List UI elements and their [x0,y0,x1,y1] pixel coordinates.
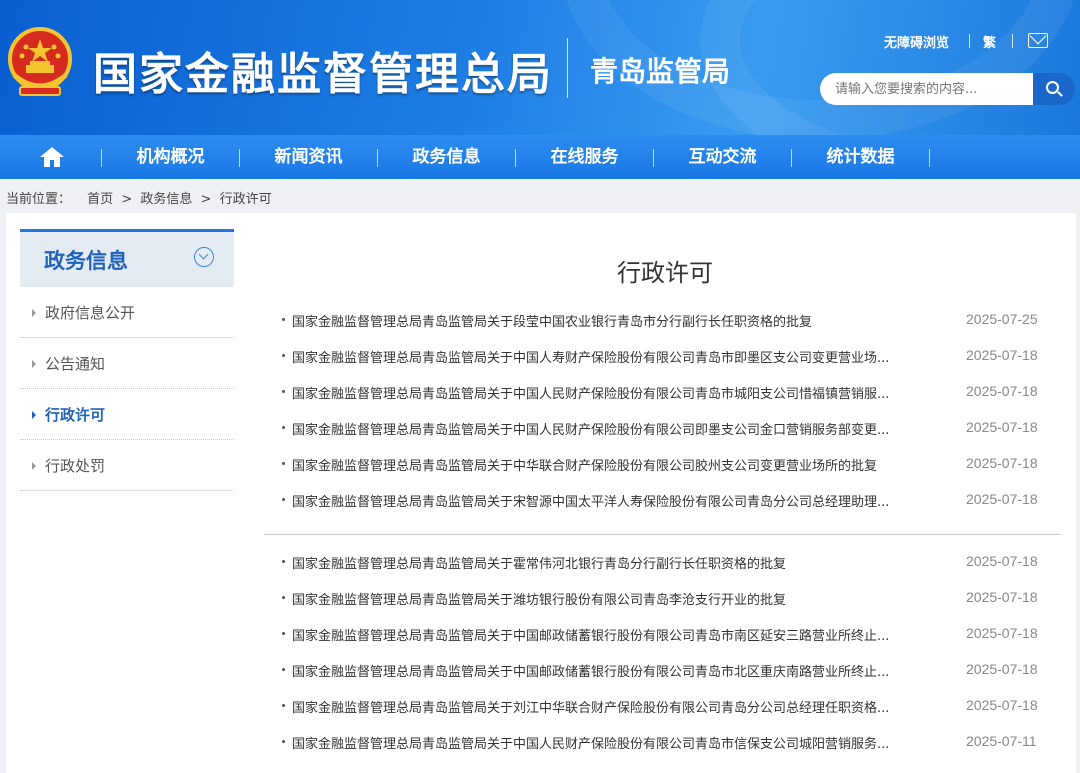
sidebar-item-public-info[interactable]: 政府信息公开 [20,287,234,338]
list-item-title[interactable]: 国家金融监督管理总局青岛监管局关于中华联合财产保险股份有限公司胶州支公司变更营业… [292,455,932,474]
list-item-title[interactable]: 国家金融监督管理总局青岛监管局关于中国人民财产保险股份有限公司青岛市信保支公司城… [292,733,932,752]
list-item-date: 2025-07-18 [966,625,1038,641]
search-input[interactable] [820,73,1033,105]
breadcrumb-prefix: 当前位置： [6,192,72,207]
sidebar-item-label: 政府信息公开 [45,304,136,322]
branch-title[interactable]: 青岛监管局 [590,50,730,90]
util-divider [1012,34,1013,48]
main-nav: 机构概况 新闻资讯 政务信息 在线服务 互动交流 统计数据 [0,135,1080,179]
sidebar-item-notices[interactable]: 公告通知 [20,338,234,389]
list-item[interactable]: 国家金融监督管理总局青岛监管局关于霍常伟河北银行青岛分行副行长任职资格的批复 20… [280,545,1050,581]
list-item-title[interactable]: 国家金融监督管理总局青岛监管局关于中国人民财产保险股份有限公司青岛市城阳支公司惜… [292,383,932,402]
list-item[interactable]: 国家金融监督管理总局青岛监管局关于段莹中国农业银行青岛市分行副行长任职资格的批复… [280,303,1050,339]
national-emblem-icon [8,27,72,96]
nav-item-online-service[interactable]: 在线服务 [516,135,653,179]
list-item-title[interactable]: 国家金融监督管理总局青岛监管局关于段莹中国农业银行青岛市分行副行长任职资格的批复 [292,311,932,330]
list-item-title[interactable]: 国家金融监督管理总局青岛监管局关于中国人民财产保险股份有限公司即墨支公司金口营销… [292,419,932,438]
sidebar-item-label: 公告通知 [45,355,106,373]
home-icon[interactable] [39,146,65,168]
list-item-title[interactable]: 国家金融监督管理总局青岛监管局关于刘江中华联合财产保险股份有限公司青岛分公司总经… [292,697,932,716]
list-item-date: 2025-07-18 [966,455,1038,471]
nav-item-about[interactable]: 机构概况 [102,135,239,179]
list-item[interactable]: 国家金融监督管理总局青岛监管局关于中国人民财产保险股份有限公司即墨支公司金口营销… [280,411,1050,447]
list-item[interactable]: 国家金融监督管理总局青岛监管局关于中国人民财产保险股份有限公司青岛市城阳支公司惜… [280,375,1050,411]
chevron-down-icon[interactable] [194,247,214,267]
list-item[interactable]: 国家金融监督管理总局青岛监管局关于中国人民财产保险股份有限公司青岛市信保支公司城… [280,725,1050,761]
list-item[interactable]: 国家金融监督管理总局青岛监管局关于宋智源中国太平洋人寿保险股份有限公司青岛分公司… [280,483,1050,519]
list-item-date: 2025-07-18 [966,347,1038,363]
sidebar-title: 政务信息 [44,249,128,273]
list-item-title[interactable]: 国家金融监督管理总局青岛监管局关于潍坊银行股份有限公司青岛李沧支行开业的批复 [292,589,932,608]
sidebar-item-admin-license[interactable]: 行政许可 [20,389,234,440]
sidebar-item-label: 行政许可 [45,406,106,424]
site-header: 国家金融监督管理总局 青岛监管局 无障碍浏览 繁 [0,0,1080,135]
list-item-date: 2025-07-18 [966,661,1038,677]
breadcrumb-separator: > [200,192,212,207]
sidebar-item-admin-penalty[interactable]: 行政处罚 [20,440,234,491]
breadcrumb-government-info[interactable]: 政务信息 [140,192,192,207]
accessibility-link[interactable]: 无障碍浏览 [884,32,949,51]
title-divider [567,38,568,98]
list-item-date: 2025-07-11 [966,733,1037,749]
list-item-date: 2025-07-18 [966,383,1038,399]
nav-item-interaction[interactable]: 互动交流 [654,135,791,179]
list-item[interactable]: 国家金融监督管理总局青岛监管局关于中国邮政储蓄银行股份有限公司青岛市北区重庆南路… [280,653,1050,689]
sidebar-header[interactable]: 政务信息 [20,229,234,287]
page-title: 行政许可 [617,259,713,287]
breadcrumb-home[interactable]: 首页 [87,192,113,207]
arrow-right-icon [32,309,36,317]
sidebar-item-label: 行政处罚 [45,457,106,475]
list-item-date: 2025-07-18 [966,419,1038,435]
breadcrumb-separator: > [121,192,133,207]
list-item-date: 2025-07-18 [966,589,1038,605]
arrow-right-icon [32,411,36,419]
site-title[interactable]: 国家金融监督管理总局 [93,38,553,102]
list-item-title[interactable]: 国家金融监督管理总局青岛监管局关于宋智源中国太平洋人寿保险股份有限公司青岛分公司… [292,491,932,510]
mail-icon[interactable] [1028,33,1048,48]
header-decoration [700,0,1080,135]
list-item-date: 2025-07-18 [966,553,1038,569]
list-divider [264,534,1061,535]
list-item-title[interactable]: 国家金融监督管理总局青岛监管局关于霍常伟河北银行青岛分行副行长任职资格的批复 [292,553,932,572]
list-item[interactable]: 国家金融监督管理总局青岛监管局关于中国邮政储蓄银行股份有限公司青岛市南区延安三路… [280,617,1050,653]
list-item-date: 2025-07-25 [966,311,1038,327]
list-item-title[interactable]: 国家金融监督管理总局青岛监管局关于中国人寿财产保险股份有限公司青岛市即墨区支公司… [292,347,932,366]
traditional-chinese-link[interactable]: 繁 [983,32,996,51]
list-item-date: 2025-07-18 [966,491,1038,507]
list-item[interactable]: 国家金融监督管理总局青岛监管局关于中国人寿财产保险股份有限公司青岛市即墨区支公司… [280,339,1050,375]
arrow-right-icon [32,360,36,368]
list-item[interactable]: 国家金融监督管理总局青岛监管局关于刘江中华联合财产保险股份有限公司青岛分公司总经… [280,689,1050,725]
nav-item-government-info[interactable]: 政务信息 [378,135,515,179]
nav-item-news[interactable]: 新闻资讯 [240,135,377,179]
list-item-date: 2025-07-18 [966,697,1038,713]
list-item-title[interactable]: 国家金融监督管理总局青岛监管局关于中国邮政储蓄银行股份有限公司青岛市北区重庆南路… [292,661,932,680]
breadcrumb: 当前位置： 首页 > 政务信息 > 行政许可 [6,188,276,207]
arrow-right-icon [32,462,36,470]
list-item-title[interactable]: 国家金融监督管理总局青岛监管局关于中国邮政储蓄银行股份有限公司青岛市南区延安三路… [292,625,932,644]
list-item[interactable]: 国家金融监督管理总局青岛监管局关于潍坊银行股份有限公司青岛李沧支行开业的批复 20… [280,581,1050,617]
search-button[interactable] [1033,73,1075,105]
list-item[interactable]: 国家金融监督管理总局青岛监管局关于中华联合财产保险股份有限公司胶州支公司变更营业… [280,447,1050,483]
util-divider [969,34,970,48]
breadcrumb-current[interactable]: 行政许可 [220,192,272,207]
nav-item-statistics[interactable]: 统计数据 [792,135,929,179]
